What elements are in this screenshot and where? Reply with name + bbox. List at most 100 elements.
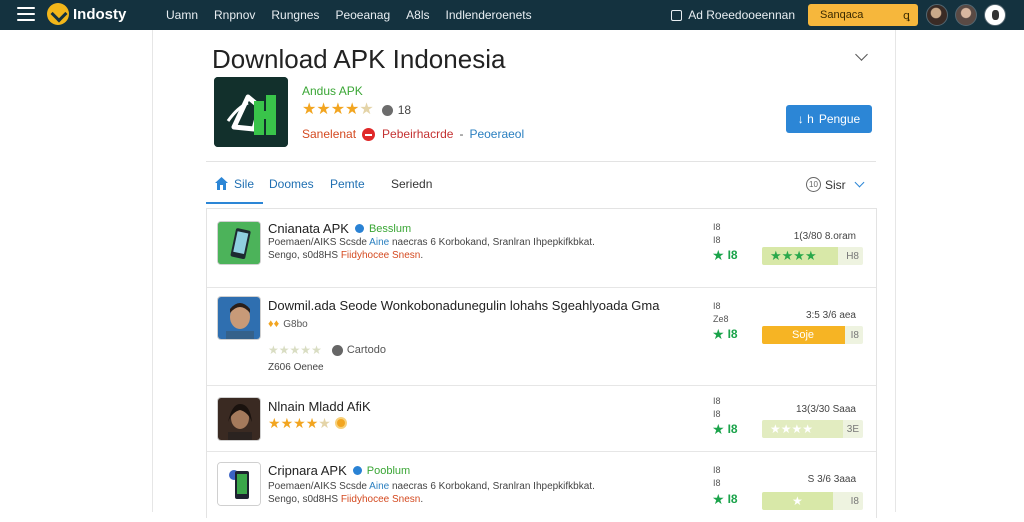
stat-label: Ze8 (713, 314, 729, 324)
block-icon (362, 127, 376, 141)
tab-sile[interactable]: Sile (234, 177, 254, 191)
rating-bar: ★★★★ H8 (762, 247, 863, 265)
tab-doomes[interactable]: Doomes (269, 177, 314, 191)
app-title-text: Cnianata APK (268, 221, 349, 236)
stat-label: I8 (713, 222, 721, 232)
rating-stars: ★ ★ ★ ★ ★ (268, 416, 331, 430)
tab-bar: Sile Doomes Pemte Seriedn 10 Sisr (206, 170, 876, 206)
reviews-icon (381, 104, 393, 116)
user-score: ★ I8 (712, 422, 738, 436)
search-label: Sanqaca (820, 9, 864, 21)
menu-icon[interactable] (17, 7, 35, 21)
nav-link-1[interactable]: Uamn (166, 8, 198, 22)
rating-bar-label: I8 (850, 495, 859, 507)
star-icon: ★ (330, 101, 346, 118)
bar-stars: ★★★★ (770, 422, 814, 436)
app-thumbnail (217, 221, 261, 265)
nav-link-2[interactable]: Rnpnov (214, 8, 255, 22)
stat-label: I8 (713, 478, 721, 488)
app-badges: ♦♦ G8bo (268, 318, 308, 330)
sort-dropdown[interactable]: 10 Sisr (806, 177, 865, 192)
notification-icon (671, 9, 683, 21)
rating-bar-fill: ★★★★ (762, 420, 843, 438)
nav-link-6[interactable]: Indlenderoenets (446, 8, 532, 22)
main-content: Download APK Indonesia Andus APK ★ ★ ★ ★… (152, 30, 896, 518)
desc-text: naecras 6 Korbokand, Sranlran Ihpepkifkb… (389, 481, 595, 492)
score-value: I8 (727, 422, 738, 436)
desc-text: . (420, 250, 424, 261)
active-tab-indicator (206, 202, 263, 204)
sort-icon: 10 (806, 177, 821, 192)
meta-separator: - (459, 127, 464, 141)
app-footer: Z606 Oenee (268, 362, 324, 373)
chevron-down-icon[interactable] (855, 48, 868, 61)
star-icon: ★ (268, 415, 281, 431)
list-item[interactable]: Nlnain Mladd AfiK ★ ★ ★ ★ ★ I8 I8 ★ I8 13(3/… (207, 386, 876, 452)
info-icon (331, 344, 343, 356)
badge-icons: ♦♦ G8bo (268, 318, 308, 330)
chevron-down-icon (854, 177, 865, 188)
user-score: ★ I8 (712, 492, 738, 506)
app-name[interactable]: Andus APK (302, 84, 363, 98)
search-icon: ꝗ (903, 9, 910, 22)
app-title-text: Dowmil.ada Seode Wonkobonadunegulin loha… (268, 298, 660, 313)
nav-link-3[interactable]: Rungnes (271, 8, 319, 22)
rating-bar-fill: Soje (762, 326, 845, 344)
sort-label: Sisr (825, 177, 846, 192)
desc-text: Sengo, s0d8HS (268, 250, 341, 261)
stat-label: I8 (713, 396, 721, 406)
user-score: ★ I8 (712, 248, 738, 262)
brand-logo[interactable]: Indosty (47, 3, 126, 25)
rating-stars: ★ ★ ★ ★ ★ (302, 101, 374, 118)
star-icon: ★ (359, 101, 374, 118)
badge-text: G8bo (283, 318, 308, 330)
tab-pemte[interactable]: Pemte (330, 177, 365, 191)
desc-text: Sengo, s0d8HS (268, 494, 341, 505)
notification-link[interactable]: Ad Roeedooeennan (671, 8, 795, 22)
app-rating-row: ★ ★ ★ ★ ★ Cartodo (268, 343, 386, 357)
meta-category[interactable]: Sanelenat (302, 127, 356, 141)
meta-version[interactable]: Peoeraeol (469, 127, 524, 141)
app-title[interactable]: Nlnain Mladd AfiK (268, 399, 371, 414)
avatar[interactable] (955, 4, 977, 26)
rating-bar-label: I8 (850, 329, 859, 341)
user-avatar[interactable] (984, 4, 1006, 26)
star-icon: ★ (305, 415, 319, 431)
brand-name: Indosty (73, 5, 127, 23)
desc-link[interactable]: Aine (369, 237, 389, 248)
nav-link-5[interactable]: A8ls (406, 8, 429, 22)
app-icon (214, 77, 288, 147)
star-icon: ★ (300, 343, 312, 357)
desc-link[interactable]: Aine (369, 481, 389, 492)
bar-stars: ★ (792, 494, 803, 508)
app-tag: Pooblum (366, 464, 411, 477)
download-label: Pengue (818, 112, 861, 126)
download-button[interactable]: ↓ h Pengue (786, 105, 872, 133)
app-title[interactable]: Cnianata APK Besslum (268, 221, 411, 236)
search-button[interactable]: Sanqaca ꝗ (808, 4, 918, 26)
app-title[interactable]: Cripnara APK Pooblum (268, 463, 410, 478)
list-item[interactable]: Dowmil.ada Seode Wonkobonadunegulin loha… (207, 288, 876, 386)
stat-label: I8 (713, 409, 721, 419)
star-icon: ★ (345, 101, 360, 118)
desc-text: Poemaen/AIKS Scsde (268, 237, 370, 248)
logo-icon (47, 3, 69, 25)
app-thumbnail (217, 462, 261, 506)
avatar[interactable] (926, 4, 948, 26)
app-thumbnail (217, 397, 261, 441)
star-icon: ★ (316, 101, 331, 118)
rating-bar-label: H8 (846, 250, 859, 262)
meta-publisher[interactable]: Pebeirhacrde (382, 127, 453, 141)
app-title[interactable]: Dowmil.ada Seode Wonkobonadunegulin loha… (268, 298, 659, 313)
score-value: I8 (727, 492, 738, 506)
desc-link[interactable]: Fiidyhocee Snesn (341, 250, 421, 261)
bar-stars: ★★★★ (770, 248, 817, 263)
nav-link-4[interactable]: Peoeanag (335, 8, 390, 22)
verified-icon (354, 224, 364, 233)
tab-seriedn[interactable]: Seriedn (391, 177, 432, 191)
rating-bar-label: 3E (846, 423, 859, 435)
list-item[interactable]: Cnianata APK Besslum Poemaen/AIKS Scsde … (207, 209, 876, 288)
sub-label[interactable]: Cartodo (347, 344, 386, 356)
desc-link[interactable]: Fiidyhocee Snesn (341, 494, 421, 505)
score-value: I8 (727, 327, 738, 341)
